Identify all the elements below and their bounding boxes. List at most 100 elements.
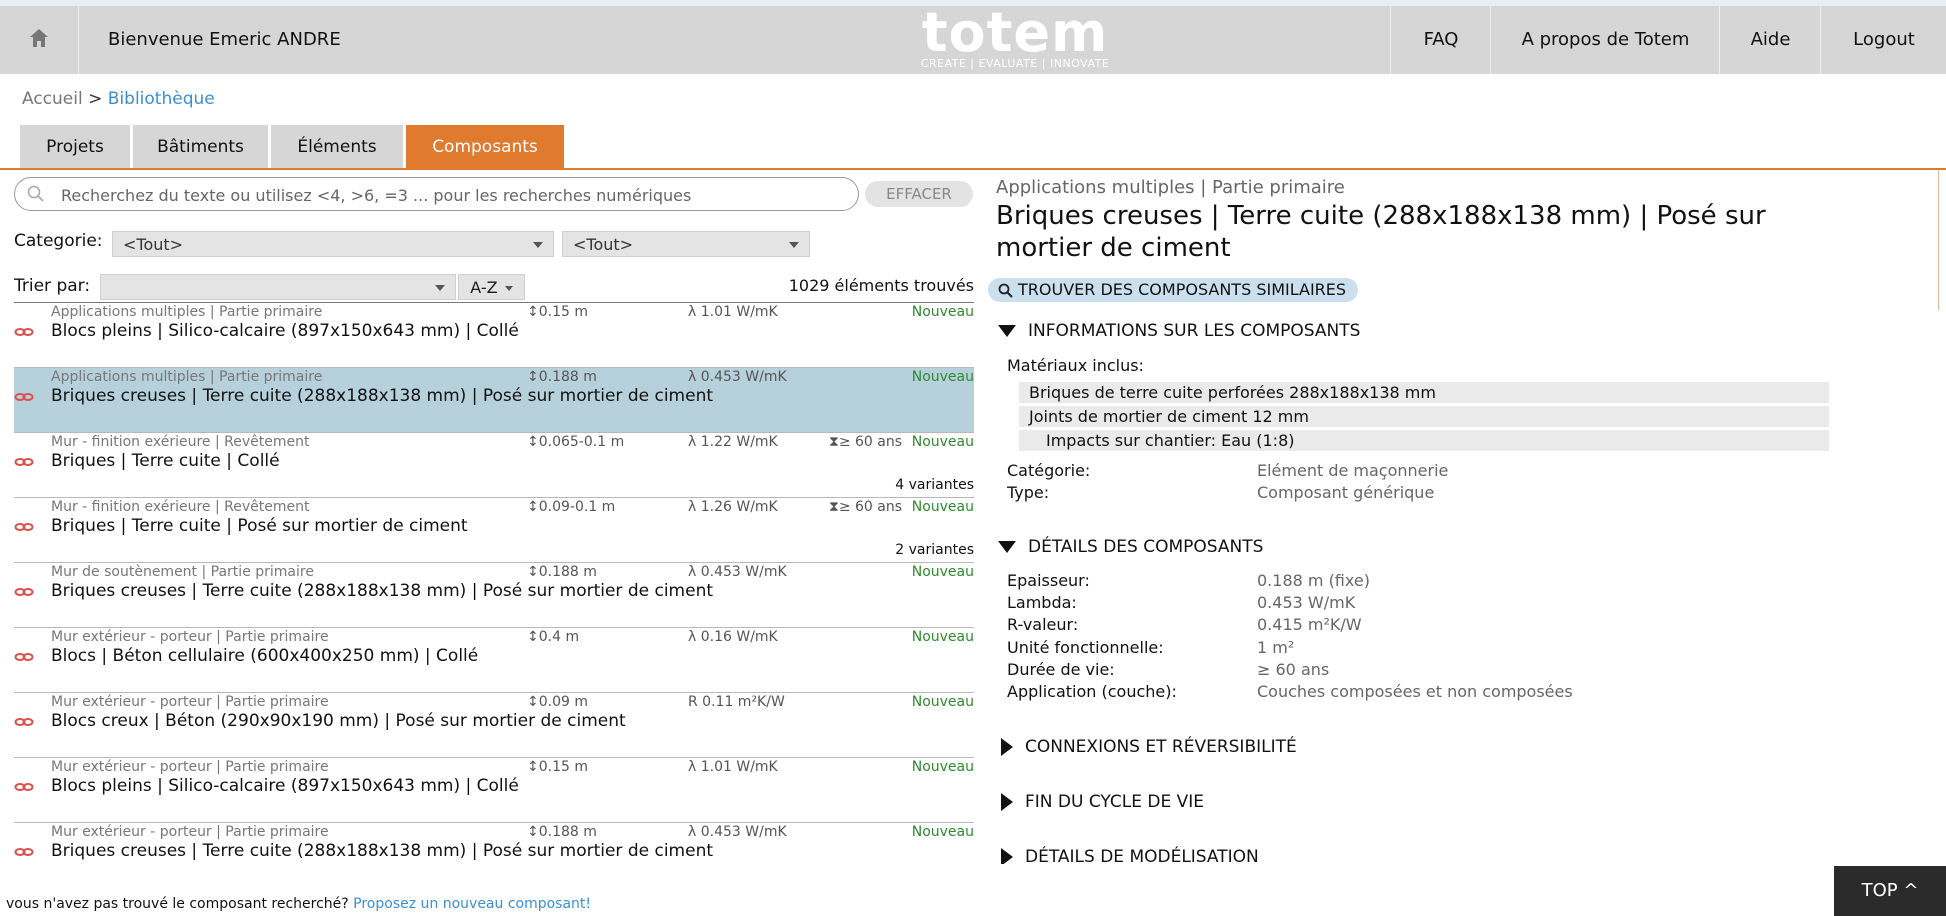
tab-elements[interactable]: Éléments xyxy=(271,125,403,169)
detail-value: Couches composées et non composées xyxy=(1257,682,1573,701)
item-lambda: λ 0.453 W/mK xyxy=(688,369,787,385)
logo[interactable]: totem CREATE | EVALUATE | INNOVATE xyxy=(905,1,1125,72)
detail-title: Briques creuses | Terre cuite (288x188x1… xyxy=(996,201,1766,263)
section-modeling-toggle[interactable]: DÉTAILS DE MODÉLISATION xyxy=(998,846,1259,864)
variants-count[interactable]: 4 variantes xyxy=(895,477,974,493)
detail-value: 1 m² xyxy=(1257,638,1295,657)
materials-label: Matériaux inclus: xyxy=(1007,356,1144,375)
list-item[interactable]: Mur extérieur - porteur | Partie primair… xyxy=(14,693,974,758)
item-thickness: ↕0.15 m xyxy=(527,759,588,775)
new-badge: Nouveau xyxy=(911,694,974,710)
height-icon: ↕ xyxy=(527,629,539,645)
category-select-2[interactable]: <Tout> xyxy=(562,231,810,257)
detail-label: Unité fonctionnelle: xyxy=(1007,638,1164,657)
breadcrumb: Accueil > Bibliothèque xyxy=(22,89,215,109)
tab-composants[interactable]: Composants xyxy=(406,125,564,169)
link-icon xyxy=(14,843,34,862)
section-connexions-toggle[interactable]: CONNEXIONS ET RÉVERSIBILITÉ xyxy=(998,736,1297,758)
list-item[interactable]: Mur - finition exérieure | Revêtement Br… xyxy=(14,498,974,563)
new-badge: Nouveau xyxy=(911,824,974,840)
logo-wordmark: totem xyxy=(921,1,1109,64)
height-icon: ↕ xyxy=(527,564,539,580)
find-similar-label: TROUVER DES COMPOSANTS SIMILAIRES xyxy=(1018,280,1347,299)
item-category: Mur - finition exérieure | Revêtement xyxy=(51,434,310,450)
scroll-top-button[interactable]: TOP ^ xyxy=(1834,866,1946,916)
item-rvalue: R 0.11 m²K/W xyxy=(688,694,785,710)
item-category: Mur extérieur - porteur | Partie primair… xyxy=(51,824,329,840)
list-item[interactable]: Mur extérieur - porteur | Partie primair… xyxy=(14,758,974,823)
clear-button[interactable]: EFFACER xyxy=(865,181,973,207)
list-item[interactable]: Applications multiples | Partie primaire… xyxy=(14,303,974,368)
item-lambda: λ 1.01 W/mK xyxy=(688,304,778,320)
height-icon: ↕ xyxy=(527,304,539,320)
caret-down-icon xyxy=(998,325,1016,337)
item-name: Blocs | Béton cellulaire (600x400x250 mm… xyxy=(51,646,479,666)
new-badge: Nouveau xyxy=(911,369,974,385)
link-icon xyxy=(14,713,34,732)
sort-order-button[interactable]: A-Z xyxy=(458,274,525,300)
breadcrumb-current[interactable]: Bibliothèque xyxy=(108,89,215,109)
info-value: Composant générique xyxy=(1257,483,1435,502)
category-select-2-value: <Tout> xyxy=(573,235,634,254)
nav-help[interactable]: Aide xyxy=(1719,6,1821,74)
tab-underline xyxy=(0,168,1946,170)
sort-order-label: A-Z xyxy=(470,278,498,297)
caret-right-icon xyxy=(1001,738,1013,756)
nav-faq[interactable]: FAQ xyxy=(1390,6,1491,74)
list-item[interactable]: Mur extérieur - porteur | Partie primair… xyxy=(14,823,974,866)
link-icon xyxy=(14,583,34,602)
item-thickness: ↕0.09-0.1 m xyxy=(527,499,616,515)
link-icon xyxy=(14,388,34,407)
nav-about[interactable]: A propos de Totem xyxy=(1490,6,1720,74)
results-count: 1029 éléments trouvés xyxy=(788,276,974,295)
item-thickness: ↕0.188 m xyxy=(527,564,597,580)
section-info-toggle[interactable]: INFORMATIONS SUR LES COMPOSANTS xyxy=(998,320,1360,342)
chevron-down-icon xyxy=(533,242,543,248)
item-lambda: λ 0.453 W/mK xyxy=(688,824,787,840)
tab-batiments[interactable]: Bâtiments xyxy=(133,125,268,169)
item-name: Blocs pleins | Silico-calcaire (897x150x… xyxy=(51,776,519,796)
link-icon xyxy=(14,518,34,537)
list-item[interactable]: Mur extérieur - porteur | Partie primair… xyxy=(14,628,974,693)
section-end-of-life-toggle[interactable]: FIN DU CYCLE DE VIE xyxy=(998,791,1204,813)
search-input[interactable] xyxy=(59,182,853,208)
item-name: Blocs creux | Béton (290x90x190 mm) | Po… xyxy=(51,711,626,731)
home-button[interactable] xyxy=(0,6,79,74)
section-details-toggle[interactable]: DÉTAILS DES COMPOSANTS xyxy=(998,536,1263,558)
list-item-selected[interactable]: Applications multiples | Partie primaire… xyxy=(14,368,974,433)
breadcrumb-home[interactable]: Accueil xyxy=(22,89,83,109)
chevron-down-icon xyxy=(504,286,513,291)
info-label: Type: xyxy=(1007,483,1050,502)
nav-logout[interactable]: Logout xyxy=(1820,6,1946,74)
item-thickness: ↕0.188 m xyxy=(527,824,597,840)
list-item[interactable]: Mur - finition exérieure | Revêtement Br… xyxy=(14,433,974,498)
category-select-1[interactable]: <Tout> xyxy=(112,231,554,257)
item-name: Briques creuses | Terre cuite (288x188x1… xyxy=(51,581,714,601)
new-badge: Nouveau xyxy=(911,564,974,580)
item-category: Applications multiples | Partie primaire xyxy=(51,304,323,320)
detail-label: Lambda: xyxy=(1007,593,1077,612)
propose-component-link[interactable]: Proposez un nouveau composant! xyxy=(353,896,591,912)
home-icon xyxy=(28,27,50,53)
search-icon xyxy=(998,282,1014,306)
component-list[interactable]: Applications multiples | Partie primaire… xyxy=(0,303,980,866)
link-icon xyxy=(14,323,34,342)
item-category: Mur extérieur - porteur | Partie primair… xyxy=(51,694,329,710)
item-name: Briques | Terre cuite | Collé xyxy=(51,451,280,471)
item-name: Briques creuses | Terre cuite (288x188x1… xyxy=(51,841,714,861)
logo-tagline: CREATE | EVALUATE | INNOVATE xyxy=(920,57,1110,70)
list-item[interactable]: Mur de soutènement | Partie primaire Bri… xyxy=(14,563,974,628)
item-name: Blocs pleins | Silico-calcaire (897x150x… xyxy=(51,321,519,341)
tab-projets[interactable]: Projets xyxy=(20,125,130,169)
welcome-text: Bienvenue Emeric ANDRE xyxy=(108,29,341,50)
variants-count[interactable]: 2 variantes xyxy=(895,542,974,558)
info-value: Elément de maçonnerie xyxy=(1257,461,1449,480)
new-badge: Nouveau xyxy=(911,759,974,775)
caret-right-icon xyxy=(1001,848,1013,864)
sort-select[interactable] xyxy=(100,274,456,300)
find-similar-button[interactable]: TROUVER DES COMPOSANTS SIMILAIRES xyxy=(988,278,1359,302)
item-lifespan: ⧗≥ 60 ans xyxy=(829,499,903,515)
item-thickness: ↕0.188 m xyxy=(527,369,597,385)
footer-note: vous n'avez pas trouvé le composant rech… xyxy=(6,896,591,912)
search-box[interactable] xyxy=(14,177,859,211)
